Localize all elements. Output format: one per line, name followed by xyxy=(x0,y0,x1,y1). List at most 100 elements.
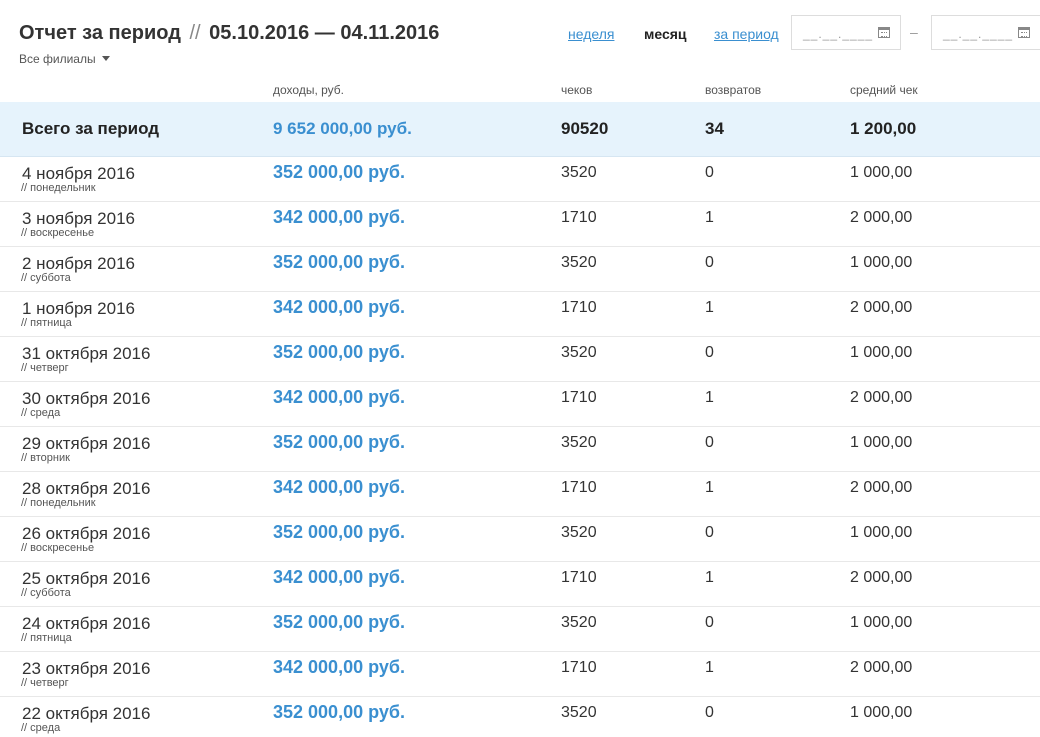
row-date: 28 октября 2016 xyxy=(22,479,151,498)
row-income: 342 000,00 руб. xyxy=(273,567,405,587)
row-returns: 1 xyxy=(705,479,714,496)
row-day-of-week: // воскресенье xyxy=(21,542,95,554)
row-returns: 1 xyxy=(705,569,714,586)
row-avg: 1 000,00 xyxy=(850,434,913,451)
row-date: 2 ноября 2016 xyxy=(22,254,135,273)
total-income: 9 652 000,00 руб. xyxy=(273,119,412,138)
row-day-of-week: // пятница xyxy=(21,632,72,644)
total-checks: 90520 xyxy=(561,119,609,138)
row-day-of-week: // четверг xyxy=(21,362,69,374)
branch-filter-dropdown[interactable]: Все филиалы xyxy=(19,52,110,66)
row-checks: 3520 xyxy=(561,254,597,271)
row-day-of-week: // понедельник xyxy=(21,497,96,509)
row-avg: 2 000,00 xyxy=(850,569,913,586)
table-row: 2 ноября 2016// суббота 352 000,00 руб. 35… xyxy=(0,247,1040,292)
date-from-input[interactable]: __.__.____ xyxy=(791,15,901,50)
row-checks: 1710 xyxy=(561,389,597,406)
row-returns: 0 xyxy=(705,164,714,181)
row-returns: 0 xyxy=(705,344,714,361)
row-returns: 1 xyxy=(705,389,714,406)
row-income: 352 000,00 руб. xyxy=(273,432,405,452)
row-avg: 1 000,00 xyxy=(850,164,913,181)
column-header-returns: возвратов xyxy=(705,83,762,97)
table-row: 23 октября 2016// четверг 342 000,00 руб.… xyxy=(0,652,1040,697)
row-checks: 3520 xyxy=(561,614,597,631)
row-checks: 3520 xyxy=(561,344,597,361)
row-avg: 1 000,00 xyxy=(850,614,913,631)
table-row: 25 октября 2016// суббота 342 000,00 руб.… xyxy=(0,562,1040,607)
row-income: 342 000,00 руб. xyxy=(273,207,405,227)
table-row: 26 октября 2016// воскресенье 352 000,00 … xyxy=(0,517,1040,562)
row-avg: 1 000,00 xyxy=(850,524,913,541)
period-custom-link[interactable]: за период xyxy=(714,26,779,42)
row-day-of-week: // суббота xyxy=(21,587,71,599)
row-returns: 0 xyxy=(705,254,714,271)
row-date: 29 октября 2016 xyxy=(22,434,151,453)
row-returns: 0 xyxy=(705,614,714,631)
row-returns: 0 xyxy=(705,704,714,721)
row-income: 342 000,00 руб. xyxy=(273,387,405,407)
row-date: 23 октября 2016 xyxy=(22,659,151,678)
row-income: 352 000,00 руб. xyxy=(273,252,405,272)
row-returns: 1 xyxy=(705,209,714,226)
row-avg: 2 000,00 xyxy=(850,659,913,676)
column-header-avg: средний чек xyxy=(850,83,918,97)
period-month-active[interactable]: месяц xyxy=(644,26,687,42)
row-avg: 2 000,00 xyxy=(850,209,913,226)
row-returns: 0 xyxy=(705,434,714,451)
total-label: Всего за период xyxy=(22,119,160,138)
row-returns: 1 xyxy=(705,299,714,316)
title-separator: // xyxy=(189,22,201,44)
total-row: Всего за период 9 652 000,00 руб. 90520 … xyxy=(0,102,1040,157)
period-week-link[interactable]: неделя xyxy=(568,26,614,42)
row-returns: 1 xyxy=(705,659,714,676)
row-day-of-week: // среда xyxy=(21,722,61,734)
row-avg: 1 000,00 xyxy=(850,704,913,721)
row-day-of-week: // четверг xyxy=(21,677,69,689)
report-header: Отчет за период // 05.10.2016 — 04.11.20… xyxy=(0,0,1040,80)
table-row: 1 ноября 2016// пятница 342 000,00 руб. 17… xyxy=(0,292,1040,337)
row-date: 24 октября 2016 xyxy=(22,614,151,633)
row-avg: 1 000,00 xyxy=(850,344,913,361)
column-header-income: доходы, руб. xyxy=(273,83,344,97)
title-main: Отчет за период xyxy=(19,22,181,44)
row-avg: 2 000,00 xyxy=(850,479,913,496)
row-day-of-week: // суббота xyxy=(21,272,71,284)
total-returns: 34 xyxy=(705,119,724,138)
row-income: 352 000,00 руб. xyxy=(273,522,405,542)
chevron-down-icon xyxy=(101,56,110,62)
date-range-dash: – xyxy=(910,24,918,40)
column-header-checks: чеков xyxy=(561,83,593,97)
row-avg: 2 000,00 xyxy=(850,389,913,406)
branch-filter-label: Все филиалы xyxy=(19,52,96,66)
table-row: 22 октября 2016// среда 352 000,00 руб. 35… xyxy=(0,697,1040,737)
title-date-range: 05.10.2016 — 04.11.2016 xyxy=(209,22,440,44)
calendar-icon[interactable] xyxy=(1018,27,1030,38)
row-checks: 1710 xyxy=(561,299,597,316)
row-income: 352 000,00 руб. xyxy=(273,342,405,362)
row-day-of-week: // среда xyxy=(21,407,61,419)
row-date: 26 октября 2016 xyxy=(22,524,151,543)
calendar-icon[interactable] xyxy=(878,27,890,38)
row-returns: 0 xyxy=(705,524,714,541)
row-date: 4 ноября 2016 xyxy=(22,164,135,183)
table-row: 4 ноября 2016// понедельник 352 000,00 ру… xyxy=(0,157,1040,202)
row-checks: 1710 xyxy=(561,479,597,496)
row-day-of-week: // воскресенье xyxy=(21,227,95,239)
page-title: Отчет за период // 05.10.2016 — 04.11.20… xyxy=(19,22,439,45)
table-row: 28 октября 2016// понедельник 342 000,00 … xyxy=(0,472,1040,517)
row-income: 352 000,00 руб. xyxy=(273,162,405,182)
row-avg: 1 000,00 xyxy=(850,254,913,271)
row-checks: 1710 xyxy=(561,569,597,586)
row-checks: 3520 xyxy=(561,704,597,721)
table-row: 29 октября 2016// вторник 352 000,00 руб.… xyxy=(0,427,1040,472)
row-checks: 1710 xyxy=(561,659,597,676)
row-checks: 1710 xyxy=(561,209,597,226)
table-row: 24 октября 2016// пятница 352 000,00 руб.… xyxy=(0,607,1040,652)
row-checks: 3520 xyxy=(561,524,597,541)
date-to-input[interactable]: __.__.____ xyxy=(931,15,1040,50)
row-date: 31 октября 2016 xyxy=(22,344,151,363)
row-day-of-week: // вторник xyxy=(21,452,70,464)
row-checks: 3520 xyxy=(561,434,597,451)
row-income: 342 000,00 руб. xyxy=(273,477,405,497)
